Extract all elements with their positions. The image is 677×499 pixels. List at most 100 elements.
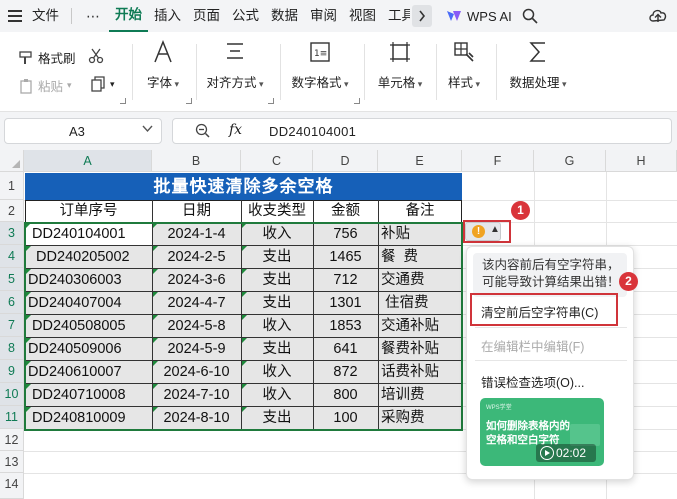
cell-type[interactable]: 支出: [241, 246, 313, 268]
style-group-button[interactable]: 样式: [444, 40, 484, 104]
cell-order-no[interactable]: DD240509006: [25, 338, 152, 360]
menu-edit-in-formula-bar[interactable]: 在编辑栏中编辑(F): [481, 336, 584, 355]
cell-date[interactable]: 2024-4-7: [152, 292, 241, 314]
cell-amount[interactable]: 800: [313, 384, 378, 406]
row-header-5[interactable]: 5: [0, 268, 24, 291]
cell-date[interactable]: 2024-2-5: [152, 246, 241, 268]
play-button[interactable]: 02:02: [536, 444, 596, 462]
cell-date[interactable]: 2024-8-10: [152, 407, 241, 429]
tab-view[interactable]: 视图: [343, 0, 382, 32]
hamburger-menu-icon[interactable]: [8, 10, 22, 22]
cell-type[interactable]: 收入: [241, 361, 313, 383]
more-menu-button[interactable]: ⋯: [78, 8, 109, 25]
cell-type[interactable]: 收入: [241, 223, 313, 245]
cell-date[interactable]: 2024-6-10: [152, 361, 241, 383]
cell-group-button[interactable]: 单元格: [374, 40, 426, 104]
cell-order-no[interactable]: DD240710008: [25, 384, 152, 406]
cell-remark[interactable]: 住宿费: [378, 292, 462, 314]
cell-type[interactable]: 支出: [241, 269, 313, 291]
row-header-9[interactable]: 9: [0, 360, 24, 383]
column-header-f[interactable]: F: [462, 150, 534, 172]
cell-type[interactable]: 收入: [241, 315, 313, 337]
wps-ai-button[interactable]: WPS AI: [446, 9, 512, 24]
zoom-search-icon[interactable]: [195, 123, 211, 139]
alignment-launcher-icon[interactable]: [268, 98, 274, 104]
tab-insert[interactable]: 插入: [148, 0, 187, 32]
cell-type[interactable]: 支出: [241, 292, 313, 314]
font-group-button[interactable]: 字体: [142, 40, 184, 104]
cell-order-no[interactable]: DD240205002: [25, 246, 152, 268]
cell-amount[interactable]: 641: [313, 338, 378, 360]
number-format-launcher-icon[interactable]: [354, 98, 360, 104]
cell-remark[interactable]: 话费补贴: [378, 361, 462, 383]
column-header-a[interactable]: A: [24, 150, 152, 172]
cell-order-no[interactable]: DD240306003: [25, 269, 152, 291]
tab-review[interactable]: 审阅: [304, 0, 343, 32]
cell-type[interactable]: 支出: [241, 338, 313, 360]
menu-file[interactable]: 文件: [26, 0, 65, 32]
copy-button[interactable]: ▾: [90, 76, 115, 92]
tab-data[interactable]: 数据: [265, 0, 304, 32]
row-header-6[interactable]: 6: [0, 291, 24, 314]
row-header-12[interactable]: 12: [0, 429, 24, 451]
header-cell-amount[interactable]: 金额: [313, 200, 378, 222]
column-header-d[interactable]: D: [313, 150, 378, 172]
cell-type[interactable]: 收入: [241, 384, 313, 406]
cell-type[interactable]: 支出: [241, 407, 313, 429]
number-format-group-button[interactable]: 1≡ 数字格式: [288, 40, 352, 104]
cell-remark[interactable]: 餐 费: [378, 246, 462, 268]
alignment-group-button[interactable]: 对齐方式: [204, 40, 266, 104]
column-header-g[interactable]: G: [534, 150, 606, 172]
row-header-3[interactable]: 3: [0, 222, 24, 245]
row-header-1[interactable]: 1: [0, 172, 24, 200]
data-processing-group-button[interactable]: 数据处理: [506, 40, 570, 104]
menu-error-check-options[interactable]: 错误检查选项(O)...: [481, 372, 584, 391]
search-icon[interactable]: [522, 8, 538, 24]
font-launcher-icon[interactable]: [186, 98, 192, 104]
tab-page[interactable]: 页面: [187, 0, 226, 32]
cell-date[interactable]: 2024-5-8: [152, 315, 241, 337]
format-painter-button[interactable]: 格式刷: [18, 48, 76, 67]
row-header-10[interactable]: 10: [0, 383, 24, 406]
cell-amount[interactable]: 872: [313, 361, 378, 383]
clipboard-launcher-icon[interactable]: [120, 98, 126, 104]
tab-tools[interactable]: 工具: [382, 0, 410, 32]
cell-amount[interactable]: 712: [313, 269, 378, 291]
cell-order-no[interactable]: DD240407004: [25, 292, 152, 314]
cell-amount[interactable]: 756: [313, 223, 378, 245]
cell-date[interactable]: 2024-1-4: [152, 223, 241, 245]
cell-remark[interactable]: 交通补贴: [378, 315, 462, 337]
cell-remark[interactable]: 餐费补贴: [378, 338, 462, 360]
cell-order-no[interactable]: DD240104001: [25, 223, 152, 245]
cell-remark[interactable]: 培训费: [378, 384, 462, 406]
column-header-e[interactable]: E: [378, 150, 462, 172]
cell-order-no[interactable]: DD240610007: [25, 361, 152, 383]
cloud-upload-icon[interactable]: [647, 6, 669, 26]
cell-date[interactable]: 2024-3-6: [152, 269, 241, 291]
tab-formulas[interactable]: 公式: [226, 0, 265, 32]
header-cell-type[interactable]: 收支类型: [241, 200, 313, 222]
cell-remark[interactable]: 采购费: [378, 407, 462, 429]
row-header-7[interactable]: 7: [0, 314, 24, 337]
row-header-8[interactable]: 8: [0, 337, 24, 360]
title-cell[interactable]: 批量快速清除多余空格: [25, 173, 462, 200]
select-all-corner[interactable]: [0, 150, 24, 172]
row-header-2[interactable]: 2: [0, 200, 24, 222]
tutorial-video-thumbnail[interactable]: WPS学堂 如何删除表格内的 空格和空白字符 02:02: [480, 398, 604, 466]
menu-scroll-right-button[interactable]: [412, 5, 432, 27]
cell-date[interactable]: 2024-5-9: [152, 338, 241, 360]
row-header-4[interactable]: 4: [0, 245, 24, 268]
header-cell-order-no[interactable]: 订单序号: [25, 200, 152, 222]
cell-remark[interactable]: 补贴: [378, 223, 462, 245]
insert-function-button[interactable]: fx: [229, 122, 242, 138]
cell-date[interactable]: 2024-7-10: [152, 384, 241, 406]
cell-remark[interactable]: 交通费: [378, 269, 462, 291]
row-header-13[interactable]: 13: [0, 451, 24, 473]
header-cell-date[interactable]: 日期: [152, 200, 241, 222]
cell-amount[interactable]: 1853: [313, 315, 378, 337]
column-header-h[interactable]: H: [606, 150, 677, 172]
formula-input[interactable]: fx DD240104001: [172, 118, 672, 144]
cell-amount[interactable]: 100: [313, 407, 378, 429]
cell-amount[interactable]: 1301: [313, 292, 378, 314]
row-header-14[interactable]: 14: [0, 473, 24, 499]
